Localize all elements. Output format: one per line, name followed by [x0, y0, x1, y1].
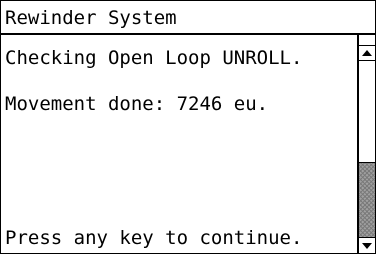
message-area: Checking Open Loop UNROLL. Movement done… — [1, 35, 357, 253]
arrow-down-icon — [362, 243, 372, 249]
arrow-up-icon — [362, 50, 372, 56]
scroll-thumb[interactable] — [359, 162, 375, 238]
title-bar: Rewinder System — [1, 1, 375, 35]
continue-prompt: Press any key to continue. — [5, 227, 303, 249]
scroll-up-button[interactable] — [359, 45, 375, 61]
vertical-scrollbar[interactable] — [357, 35, 375, 253]
rewinder-screen: Rewinder System Checking Open Loop UNROL… — [0, 0, 376, 254]
scroll-down-button[interactable] — [359, 237, 375, 253]
status-message: Checking Open Loop UNROLL. — [5, 47, 303, 69]
window-title: Rewinder System — [5, 7, 177, 29]
scroll-track[interactable] — [359, 63, 375, 238]
movement-result: Movement done: 7246 eu. — [5, 93, 269, 115]
